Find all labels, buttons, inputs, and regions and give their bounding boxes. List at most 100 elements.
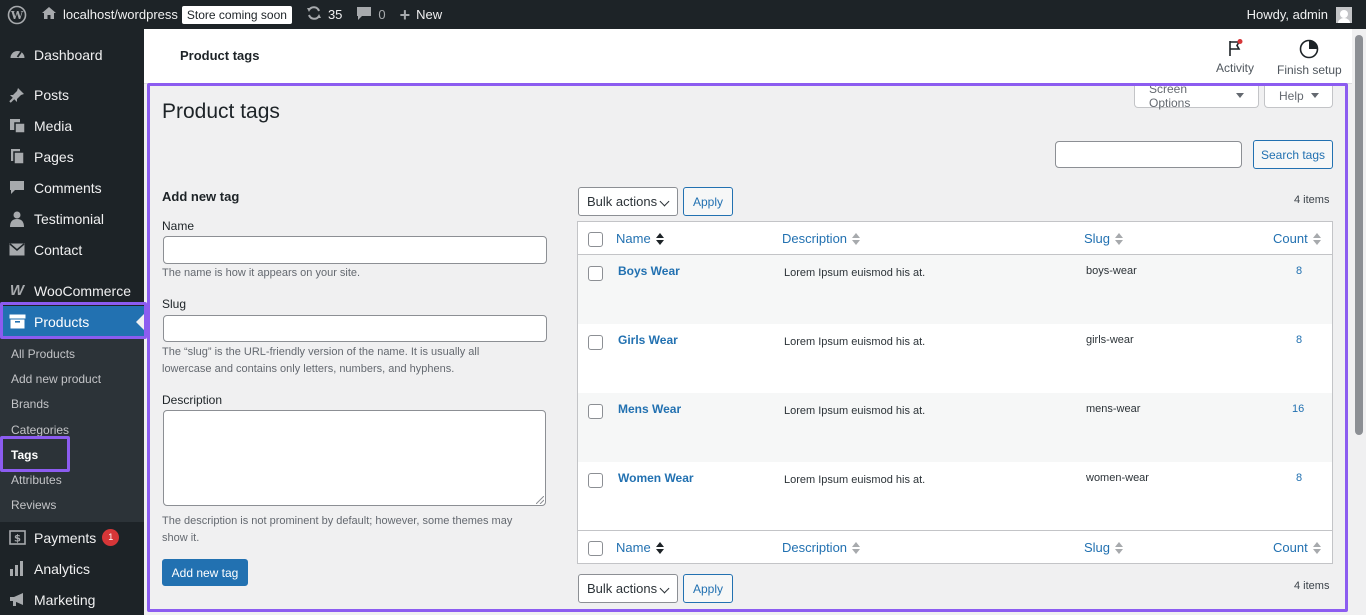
menu-comments[interactable]: Comments (0, 172, 144, 203)
table-row: Mens Wear Lorem Ipsum euismod his at. me… (578, 393, 1332, 462)
help-label: Help (1279, 88, 1304, 103)
menu-label: Dashboard (34, 46, 103, 63)
column-description-footer[interactable]: Description (782, 540, 861, 555)
menu-pages[interactable]: Pages (0, 141, 144, 172)
tag-name-input[interactable] (163, 236, 547, 264)
tag-count-link[interactable]: 16 (1292, 403, 1304, 415)
menu-testimonial[interactable]: Testimonial (0, 203, 144, 234)
menu-analytics[interactable]: Analytics (0, 553, 144, 584)
menu-media[interactable]: Media (0, 110, 144, 141)
table-row: Boys Wear Lorem Ipsum euismod his at. bo… (578, 255, 1332, 324)
menu-payments[interactable]: $ Payments 1 (0, 522, 144, 553)
tag-slug: women-wear (1086, 472, 1149, 484)
column-slug-header[interactable]: Slug (1084, 231, 1124, 246)
wordpress-logo-icon[interactable]: W (0, 0, 34, 29)
row-checkbox[interactable] (588, 473, 603, 488)
menu-label: WooCommerce (34, 282, 131, 299)
search-tags-button[interactable]: Search tags (1253, 140, 1333, 169)
person-icon (8, 210, 26, 228)
tag-slug: girls-wear (1086, 334, 1134, 346)
menu-marketing[interactable]: Marketing (0, 584, 144, 615)
table-row: Women Wear Lorem Ipsum euismod his at. w… (578, 462, 1332, 531)
updates-link[interactable]: 35 (299, 0, 349, 29)
caret-down-icon (1236, 93, 1244, 98)
tag-name-link[interactable]: Women Wear (618, 471, 694, 485)
new-label: New (416, 7, 443, 22)
scrollbar-thumb[interactable] (1355, 35, 1363, 435)
items-count-top: 4 items (1294, 194, 1330, 206)
woocommerce-header: Product tags Activity Finish setup (144, 29, 1352, 84)
tag-name-link[interactable]: Boys Wear (618, 264, 680, 278)
menu-dashboard[interactable]: Dashboard (0, 39, 144, 70)
apply-button-bottom[interactable]: Apply (683, 574, 733, 603)
row-checkbox[interactable] (588, 404, 603, 419)
submenu-add-new-product[interactable]: Add new product (0, 366, 144, 391)
archive-box-icon (8, 313, 26, 331)
comments-link[interactable]: 0 (349, 0, 392, 29)
updates-count: 35 (327, 7, 343, 22)
row-checkbox[interactable] (588, 266, 603, 281)
page-scrollbar[interactable] (1352, 29, 1366, 615)
help-button[interactable]: Help (1264, 84, 1333, 108)
column-description-header[interactable]: Description (782, 231, 861, 246)
envelope-icon (8, 241, 26, 259)
submenu-tags[interactable]: Tags (0, 442, 144, 467)
column-name-footer[interactable]: Name (616, 540, 664, 555)
menu-label: Contact (34, 241, 83, 258)
select-all-checkbox[interactable] (588, 232, 603, 247)
activity-label: Activity (1216, 61, 1255, 75)
menu-contact[interactable]: Contact (0, 234, 144, 265)
textarea-resize-handle-icon[interactable] (536, 496, 544, 504)
bulk-actions-select-top[interactable]: Bulk actions (578, 187, 678, 216)
row-checkbox[interactable] (588, 335, 603, 350)
screen-options-button[interactable]: Screen Options (1134, 81, 1259, 110)
tag-name-link[interactable]: Mens Wear (618, 402, 681, 416)
column-count-footer[interactable]: Count (1273, 540, 1321, 555)
add-new-tag-button[interactable]: Add new tag (162, 559, 248, 586)
tag-slug: mens-wear (1086, 403, 1141, 415)
tag-name-link[interactable]: Girls Wear (618, 333, 678, 347)
column-count-header[interactable]: Count (1273, 231, 1321, 246)
search-tags-input[interactable] (1055, 141, 1242, 168)
screen-options-label: Screen Options (1149, 81, 1191, 110)
sort-ascending-icon (655, 541, 664, 554)
activity-button[interactable]: Activity (1216, 39, 1254, 75)
menu-woocommerce[interactable]: W WooCommerce (0, 275, 144, 306)
tag-slug-input[interactable] (163, 315, 547, 342)
menu-posts[interactable]: Posts (0, 79, 144, 110)
sort-icon (852, 541, 861, 554)
submenu-all-products[interactable]: All Products (0, 341, 144, 366)
sort-icon (1312, 541, 1321, 554)
finish-setup-button[interactable]: Finish setup (1277, 39, 1342, 77)
table-header: Name Description Slug Count (578, 222, 1332, 255)
site-name: localhost/wordpress (63, 7, 178, 22)
submenu-brands[interactable]: Brands (0, 392, 144, 417)
menu-products[interactable]: Products (0, 306, 144, 337)
column-label: Description (782, 231, 848, 246)
bulk-actions-select-bottom[interactable]: Bulk actions (578, 574, 678, 603)
tag-count-link[interactable]: 8 (1296, 334, 1302, 346)
table-footer: Name Description Slug Count (578, 530, 1332, 563)
store-coming-soon-badge[interactable]: Store coming soon (181, 5, 292, 24)
submenu-categories[interactable]: Categories (0, 417, 144, 442)
column-label: Slug (1084, 231, 1111, 246)
column-label: Slug (1084, 540, 1111, 555)
column-name-header[interactable]: Name (616, 231, 664, 246)
tag-count-link[interactable]: 8 (1296, 265, 1302, 277)
progress-circle-icon (1300, 39, 1319, 59)
tag-count-link[interactable]: 8 (1296, 472, 1302, 484)
pages-icon (8, 148, 26, 166)
tag-description-textarea[interactable] (163, 410, 546, 506)
finish-setup-label: Finish setup (1277, 63, 1342, 77)
menu-label: Pages (34, 148, 74, 165)
howdy-text: Howdy, admin (1246, 7, 1328, 22)
new-content-link[interactable]: + New (393, 0, 450, 29)
apply-button-top[interactable]: Apply (683, 187, 733, 216)
header-title: Product tags (180, 48, 260, 63)
submenu-attributes[interactable]: Attributes (0, 467, 144, 492)
my-account[interactable]: Howdy, admin (1246, 6, 1366, 23)
column-slug-footer[interactable]: Slug (1084, 540, 1124, 555)
submenu-reviews[interactable]: Reviews (0, 493, 144, 518)
site-name-link[interactable]: localhost/wordpress Store coming soon (34, 0, 299, 29)
select-all-checkbox-footer[interactable] (588, 541, 603, 556)
